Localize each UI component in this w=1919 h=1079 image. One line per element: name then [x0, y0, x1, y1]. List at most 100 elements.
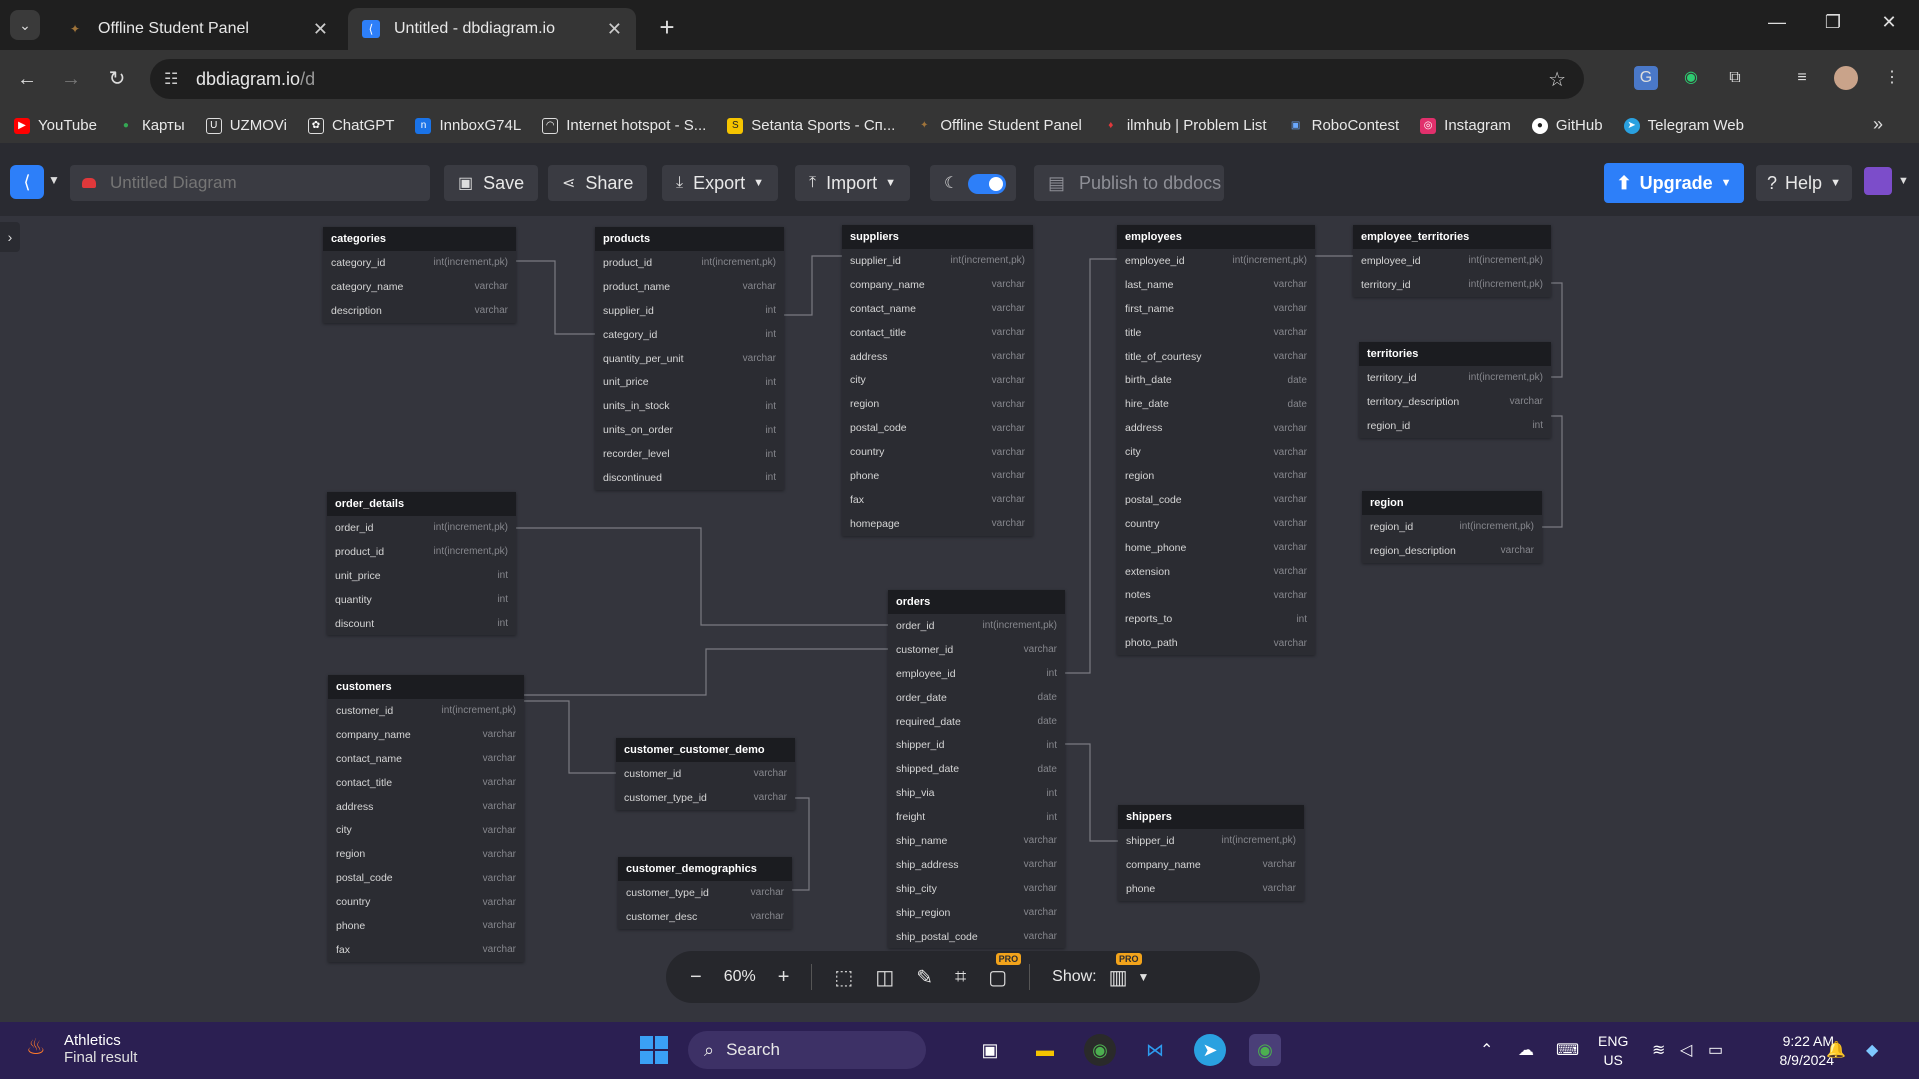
minimize-button[interactable]: —	[1762, 12, 1792, 33]
table-customer-demographics[interactable]: customer_demographics customer_type_id var…	[618, 857, 792, 929]
table-column-row[interactable]: units_in_stock int	[595, 394, 784, 418]
table-column-row[interactable]: employee_id int(increment,pk)	[1353, 249, 1551, 273]
sidebar-expand-icon[interactable]: ›	[0, 222, 20, 252]
tab-close-icon[interactable]: ✕	[607, 19, 622, 40]
table-header[interactable]: customer_customer_demo	[616, 738, 795, 762]
user-avatar-icon[interactable]	[1864, 167, 1892, 195]
table-column-row[interactable]: region_id int	[1359, 414, 1551, 438]
table-column-row[interactable]: shipped_date date	[888, 757, 1065, 781]
notification-bell-icon[interactable]: 🔔	[1826, 1040, 1846, 1060]
bookmark-uzmovi[interactable]: U UZMOVi	[205, 117, 287, 134]
news-widget[interactable]: ♨ Athletics Final result	[26, 1032, 137, 1066]
chevron-double-right-icon[interactable]: »	[1873, 114, 1883, 135]
table-column-row[interactable]: extension varchar	[1117, 560, 1315, 584]
table-column-row[interactable]: reports_to int	[1117, 607, 1315, 631]
zoom-level[interactable]: 60%	[724, 968, 756, 986]
table-column-row[interactable]: hire_date date	[1117, 392, 1315, 416]
chrome-icon[interactable]: ◉	[1084, 1034, 1116, 1066]
copilot-icon[interactable]: ◆	[1866, 1040, 1878, 1060]
toggle-switch[interactable]	[968, 174, 1006, 194]
battery-icon[interactable]: ▭	[1708, 1040, 1723, 1060]
table-customers[interactable]: customers customer_id int(increment,pk) com…	[328, 675, 524, 962]
language-indicator[interactable]: ENG US	[1598, 1032, 1628, 1070]
table-column-row[interactable]: recorder_level int	[595, 442, 784, 466]
table-column-row[interactable]: freight int	[888, 805, 1065, 829]
bookmark-youtube[interactable]: ▶ YouTube	[14, 117, 97, 134]
task-view-icon[interactable]: ▣	[974, 1034, 1006, 1066]
table-region[interactable]: region region_id int(increment,pk) region_d…	[1362, 491, 1542, 563]
table-column-row[interactable]: contact_title varchar	[842, 321, 1033, 345]
table-column-row[interactable]: product_id int(increment,pk)	[595, 251, 784, 275]
table-column-row[interactable]: product_name varchar	[595, 275, 784, 299]
table-orders[interactable]: orders order_id int(increment,pk) customer_…	[888, 590, 1065, 949]
table-column-row[interactable]: address varchar	[328, 795, 524, 819]
table-header[interactable]: products	[595, 227, 784, 251]
media-controls-icon[interactable]: ≡	[1790, 66, 1814, 90]
table-column-row[interactable]: units_on_order int	[595, 418, 784, 442]
table-column-row[interactable]: country varchar	[1117, 512, 1315, 536]
table-column-row[interactable]: customer_type_id varchar	[618, 881, 792, 905]
help-button[interactable]: ? Help ▼	[1756, 165, 1852, 201]
volume-icon[interactable]: ◁	[1680, 1040, 1692, 1060]
table-column-row[interactable]: unit_price int	[327, 564, 516, 588]
table-column-row[interactable]: ship_name varchar	[888, 829, 1065, 853]
table-products[interactable]: products product_id int(increment,pk) produ…	[595, 227, 784, 490]
tab-search-button[interactable]: ⌄	[10, 10, 40, 40]
table-header[interactable]: employee_territories	[1353, 225, 1551, 249]
bookmark-chatgpt[interactable]: ✿ ChatGPT	[307, 117, 394, 134]
browser-menu-icon[interactable]: ⋮	[1880, 66, 1904, 90]
wifi-icon[interactable]: ≋	[1652, 1040, 1665, 1060]
table-column-row[interactable]: quantity int	[327, 588, 516, 612]
table-column-row[interactable]: contact_name varchar	[328, 747, 524, 771]
relationship-line[interactable]	[784, 255, 842, 316]
bookmark-star-icon[interactable]: ☆	[1548, 67, 1566, 92]
dbdiagram-logo-icon[interactable]: ⟨	[10, 165, 44, 199]
table-column-row[interactable]: supplier_id int	[595, 299, 784, 323]
relationship-line[interactable]	[792, 797, 810, 891]
chevron-down-icon[interactable]: ▼	[1898, 175, 1909, 187]
import-button[interactable]: ⤒ Import ▼	[795, 165, 910, 201]
table-column-row[interactable]: birth_date date	[1117, 368, 1315, 392]
table-employee-territories[interactable]: employee_territories employee_id int(incre…	[1353, 225, 1551, 297]
table-column-row[interactable]: territory_id int(increment,pk)	[1359, 366, 1551, 390]
show-layout-icon[interactable]: ▥ PRO	[1109, 952, 1142, 990]
table-column-row[interactable]: category_id int	[595, 323, 784, 347]
table-column-row[interactable]: contact_name varchar	[842, 297, 1033, 321]
relationship-line[interactable]	[516, 260, 595, 335]
tab-close-icon[interactable]: ✕	[313, 19, 328, 40]
table-header[interactable]: suppliers	[842, 225, 1033, 249]
table-column-row[interactable]: region_id int(increment,pk)	[1362, 515, 1542, 539]
close-window-button[interactable]: ✕	[1874, 12, 1904, 33]
table-column-row[interactable]: order_date date	[888, 686, 1065, 710]
table-column-row[interactable]: territory_description varchar	[1359, 390, 1551, 414]
highlight-pen-icon[interactable]: ✎	[916, 965, 933, 990]
table-column-row[interactable]: quantity_per_unit varchar	[595, 347, 784, 371]
bookmark-github[interactable]: ● GitHub	[1531, 117, 1603, 134]
diagram-title-input[interactable]	[70, 165, 430, 201]
site-info-icon[interactable]: ☷	[164, 69, 178, 89]
chevron-down-icon[interactable]: ▼	[1138, 970, 1150, 984]
table-customer-customer-demo[interactable]: customer_customer_demo customer_id varchar…	[616, 738, 795, 810]
table-column-row[interactable]: postal_code varchar	[842, 416, 1033, 440]
table-column-row[interactable]: home_phone varchar	[1117, 536, 1315, 560]
table-column-row[interactable]: territory_id int(increment,pk)	[1353, 273, 1551, 297]
publish-dbdocs-button[interactable]: ▤ Publish to dbdocs	[1034, 165, 1224, 201]
table-column-row[interactable]: phone varchar	[842, 464, 1033, 488]
table-column-row[interactable]: order_id int(increment,pk)	[888, 614, 1065, 638]
table-suppliers[interactable]: suppliers supplier_id int(increment,pk) com…	[842, 225, 1033, 536]
forward-icon[interactable]: →	[58, 66, 84, 92]
save-button[interactable]: ▣ Save	[444, 165, 539, 201]
grammarly-extension-icon[interactable]: ◉	[1679, 66, 1703, 90]
table-column-row[interactable]: title varchar	[1117, 321, 1315, 345]
table-column-row[interactable]: category_name varchar	[323, 275, 516, 299]
table-column-row[interactable]: company_name varchar	[842, 273, 1033, 297]
table-column-row[interactable]: employee_id int	[888, 662, 1065, 686]
back-icon[interactable]: ←	[14, 66, 40, 92]
table-header[interactable]: order_details	[327, 492, 516, 516]
table-column-row[interactable]: region varchar	[842, 392, 1033, 416]
table-column-row[interactable]: customer_id varchar	[616, 762, 795, 786]
table-column-row[interactable]: notes varchar	[1117, 583, 1315, 607]
translate-extension-icon[interactable]: G	[1634, 66, 1658, 90]
table-header[interactable]: orders	[888, 590, 1065, 614]
table-column-row[interactable]: category_id int(increment,pk)	[323, 251, 516, 275]
